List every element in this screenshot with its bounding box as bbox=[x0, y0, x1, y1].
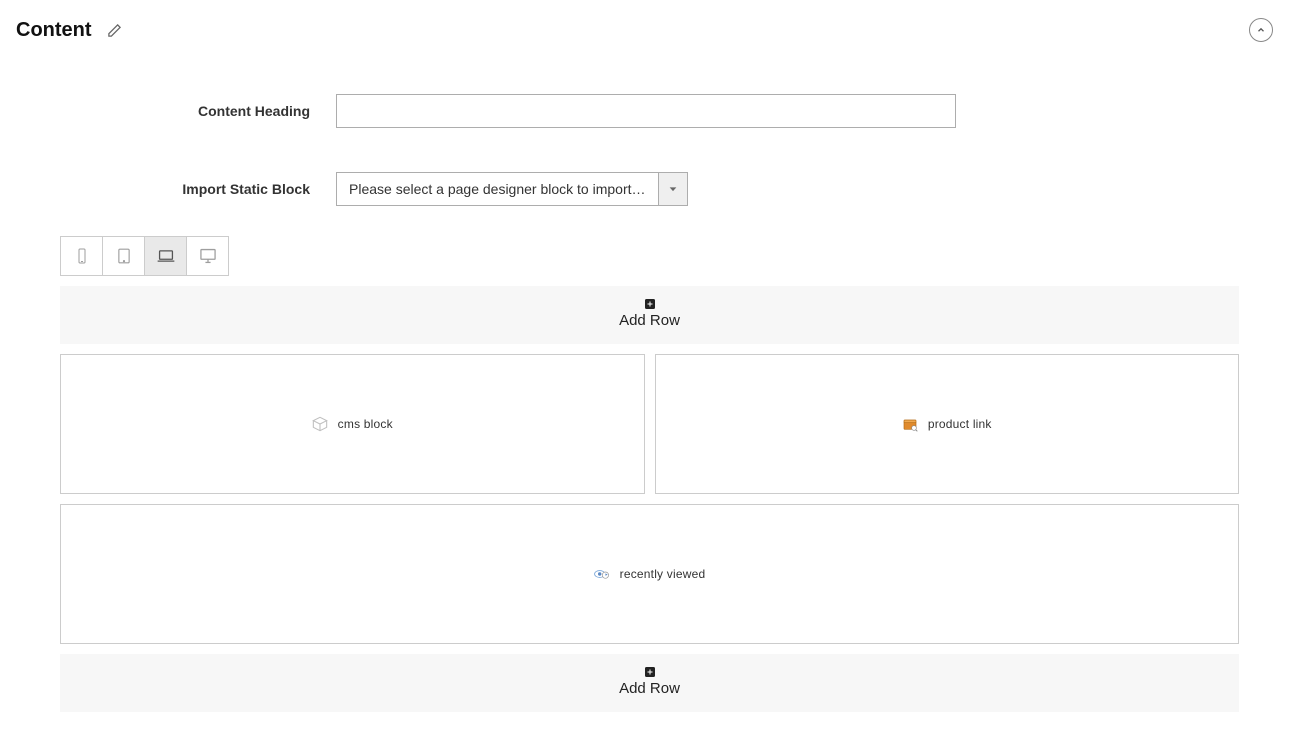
eye-icon bbox=[594, 566, 610, 582]
cube-icon bbox=[312, 416, 328, 432]
viewport-tablet[interactable] bbox=[102, 236, 145, 276]
import-block-row: Import Static Block Please select a page… bbox=[16, 172, 1283, 206]
block-label: cms block bbox=[338, 417, 393, 431]
viewport-laptop[interactable] bbox=[144, 236, 187, 276]
viewport-desktop[interactable] bbox=[186, 236, 229, 276]
content-heading-label: Content Heading bbox=[16, 103, 336, 119]
plus-icon bbox=[644, 298, 656, 310]
content-heading-row: Content Heading bbox=[16, 94, 1283, 128]
import-block-selected: Please select a page designer block to i… bbox=[336, 172, 658, 206]
form-area: Content Heading Import Static Block Plea… bbox=[0, 54, 1299, 236]
block-recently-viewed[interactable]: recently viewed bbox=[60, 504, 1239, 644]
block-product-link[interactable]: product link bbox=[655, 354, 1240, 494]
content-heading-input[interactable] bbox=[336, 94, 956, 128]
section-header: Content bbox=[0, 0, 1299, 54]
designer-area: Add Row cms block product link bbox=[0, 236, 1299, 742]
import-block-select[interactable]: Please select a page designer block to i… bbox=[336, 172, 688, 206]
chevron-down-icon bbox=[658, 172, 688, 206]
plus-icon bbox=[644, 666, 656, 678]
designer-row-2: recently viewed bbox=[60, 504, 1239, 644]
viewport-phone[interactable] bbox=[60, 236, 103, 276]
block-label: product link bbox=[928, 417, 992, 431]
section-title: Content bbox=[16, 19, 92, 42]
add-row-label: Add Row bbox=[619, 680, 680, 697]
import-block-label: Import Static Block bbox=[16, 181, 336, 197]
block-cms[interactable]: cms block bbox=[60, 354, 645, 494]
collapse-button[interactable] bbox=[1249, 18, 1273, 42]
block-label: recently viewed bbox=[620, 567, 706, 581]
designer-row-1: cms block product link bbox=[60, 354, 1239, 494]
add-row-label: Add Row bbox=[619, 312, 680, 329]
box-icon bbox=[902, 416, 918, 432]
add-row-bottom[interactable]: Add Row bbox=[60, 654, 1239, 712]
add-row-top[interactable]: Add Row bbox=[60, 286, 1239, 344]
viewport-tabs bbox=[60, 236, 1239, 276]
edit-icon[interactable] bbox=[106, 21, 124, 39]
section-title-wrap: Content bbox=[16, 19, 124, 42]
